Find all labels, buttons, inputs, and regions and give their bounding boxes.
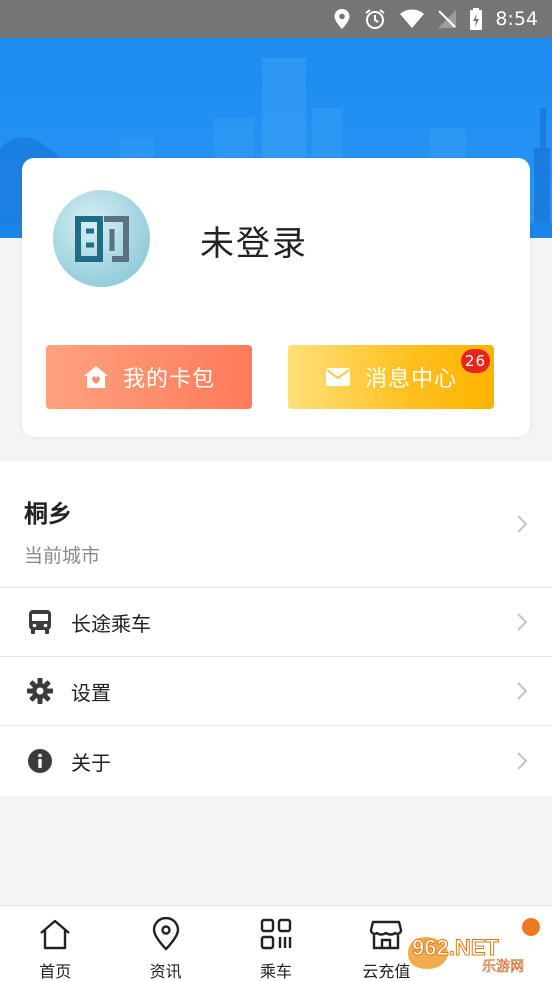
avatar[interactable]: [53, 190, 150, 287]
unread-count-badge: 26: [460, 349, 490, 373]
profile-card: 未登录 我的卡包 消息中心 26: [22, 158, 530, 437]
home-heart-icon: [83, 366, 108, 388]
wifi-icon: [400, 9, 425, 28]
tab-label: 首页: [39, 962, 72, 981]
mail-icon: [325, 368, 350, 386]
message-center-button[interactable]: 消息中心 26: [288, 345, 494, 409]
app-logo-icon: [74, 215, 129, 262]
menu-item-label: 关于: [71, 750, 111, 775]
store-icon: [368, 916, 404, 952]
alarm-icon: [365, 9, 385, 29]
menu-item-label: 长途乘车: [71, 611, 151, 636]
home-icon: [37, 916, 73, 952]
status-time: 8:54: [495, 8, 538, 30]
info-icon: [28, 749, 52, 773]
menu-item-long-distance[interactable]: 长途乘车: [0, 588, 552, 657]
my-wallet-label: 我的卡包: [122, 367, 215, 392]
chevron-right-icon: [517, 752, 528, 770]
tab-ride[interactable]: 乘车: [221, 906, 331, 981]
menu-item-about[interactable]: 关于: [0, 726, 552, 796]
battery-icon: [470, 8, 483, 30]
login-status[interactable]: 未登录: [200, 216, 308, 265]
current-city-row[interactable]: 桐乡 当前城市: [0, 461, 552, 588]
tab-label: 资讯: [149, 962, 182, 981]
watermark-logo: 962.NET 乐游网: [408, 935, 524, 975]
menu-item-settings[interactable]: 设置: [0, 657, 552, 726]
location-icon: [334, 9, 350, 29]
location-pin-icon: [148, 916, 184, 952]
bus-icon: [29, 610, 51, 634]
watermark-subtext: 乐游网: [482, 959, 524, 975]
my-wallet-button[interactable]: 我的卡包: [46, 345, 252, 409]
settings-menu: 桐乡 当前城市 长途乘车 设置 关于: [0, 461, 552, 796]
tab-label: 乘车: [259, 962, 292, 981]
city-subtitle: 当前城市: [24, 545, 101, 567]
tab-home[interactable]: 首页: [0, 906, 110, 981]
city-name: 桐乡: [24, 500, 72, 528]
status-bar: 8:54: [0, 0, 552, 38]
chevron-right-icon: [517, 613, 528, 631]
menu-item-label: 设置: [71, 680, 111, 705]
chevron-right-icon: [517, 515, 528, 533]
message-center-label: 消息中心: [364, 367, 457, 392]
qr-code-icon: [258, 916, 294, 952]
chevron-right-icon: [517, 682, 528, 700]
gear-icon: [27, 678, 53, 704]
tab-news[interactable]: 资讯: [110, 906, 220, 981]
no-signal-icon: [438, 10, 457, 28]
watermark-text: 962.NET: [412, 935, 499, 960]
